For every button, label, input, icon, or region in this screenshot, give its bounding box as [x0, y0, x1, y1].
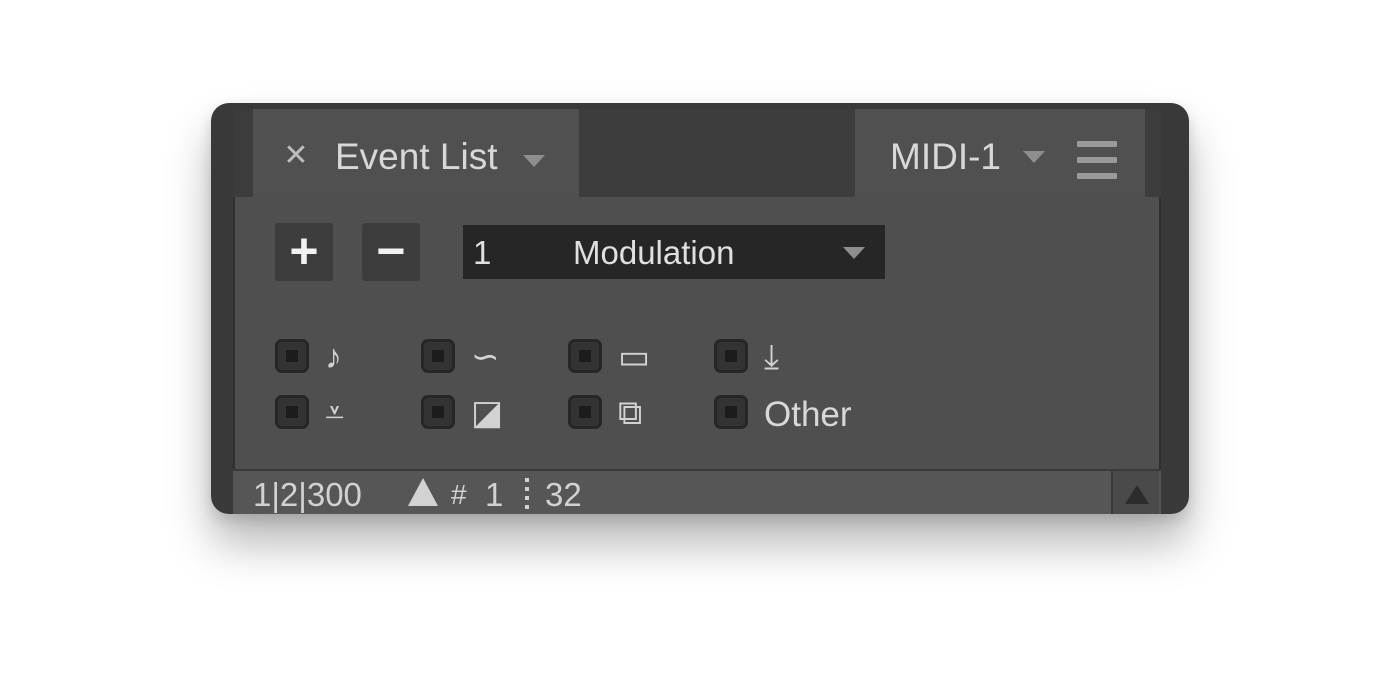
close-icon[interactable]: ✕ — [281, 141, 311, 171]
filter-bars[interactable]: ▭ — [568, 338, 708, 385]
status-bar: 1|2|300 # 1 32 — [233, 469, 1161, 514]
tab-event-list[interactable]: ✕ Event List — [253, 109, 579, 197]
track-selector-label[interactable]: MIDI-1 — [890, 135, 1001, 179]
filter-checkbox[interactable] — [421, 339, 455, 373]
filter-notes[interactable]: ♪ — [275, 338, 415, 385]
overlap-squares-icon: ⧉ — [618, 394, 643, 432]
filter-download[interactable]: ⤓ — [714, 338, 854, 385]
chevron-down-icon[interactable] — [523, 155, 545, 167]
tab-bar-empty-area — [579, 109, 855, 197]
slash-box-icon: ◪ — [471, 394, 504, 432]
scroll-up-button[interactable] — [1111, 471, 1159, 514]
filter-slash-box[interactable]: ◪ — [421, 394, 561, 441]
controller-name: Modulation — [573, 234, 735, 271]
channel-readout: 1 — [485, 476, 504, 513]
curve-icon: ∽ — [471, 338, 500, 376]
velocity-triangle-icon — [408, 478, 438, 506]
filter-checkbox[interactable] — [714, 395, 748, 429]
filter-double-down[interactable]: ⩡ — [275, 394, 415, 441]
filter-checkbox[interactable] — [568, 339, 602, 373]
bar-icon: ▭ — [618, 338, 651, 376]
filter-checkbox[interactable] — [275, 339, 309, 373]
event-list-window: ✕ Event List MIDI-1 + − 1 Modulation ♪ ∽… — [211, 103, 1189, 514]
filter-checkbox[interactable] — [275, 395, 309, 429]
hamburger-menu-icon[interactable] — [1077, 141, 1117, 179]
controller-number: 1 — [473, 234, 492, 271]
add-event-button[interactable]: + — [275, 223, 333, 281]
event-list-content: + − 1 Modulation ♪ ∽ ▭ ⤓ ⩡ ◪ ⧉ Other — [233, 197, 1161, 469]
note-icon: ♪ — [325, 338, 342, 376]
filter-other[interactable]: Other — [714, 395, 914, 441]
panel: ✕ Event List MIDI-1 + − 1 Modulation ♪ ∽… — [233, 109, 1161, 514]
triangle-up-icon — [1125, 485, 1149, 504]
download-icon: ⤓ — [764, 338, 780, 376]
filter-checkbox[interactable] — [714, 339, 748, 373]
controller-select[interactable]: 1 Modulation — [463, 225, 885, 279]
filter-overlap[interactable]: ⧉ — [568, 394, 708, 441]
value-readout: 32 — [545, 476, 582, 513]
track-selector-area: MIDI-1 — [855, 109, 1145, 197]
chevron-down-icon[interactable] — [1023, 151, 1045, 163]
position-readout: 1|2|300 — [253, 476, 362, 513]
chevron-down-icon — [843, 247, 865, 259]
filter-checkbox[interactable] — [568, 395, 602, 429]
remove-event-button[interactable]: − — [362, 223, 420, 281]
tab-title[interactable]: Event List — [335, 135, 497, 179]
double-down-icon: ⩡ — [325, 394, 345, 432]
filter-curves[interactable]: ∽ — [421, 338, 561, 385]
filter-checkbox[interactable] — [421, 395, 455, 429]
hash-icon: # — [451, 479, 467, 510]
filter-other-label: Other — [764, 395, 852, 434]
dotted-divider-icon — [525, 478, 529, 509]
